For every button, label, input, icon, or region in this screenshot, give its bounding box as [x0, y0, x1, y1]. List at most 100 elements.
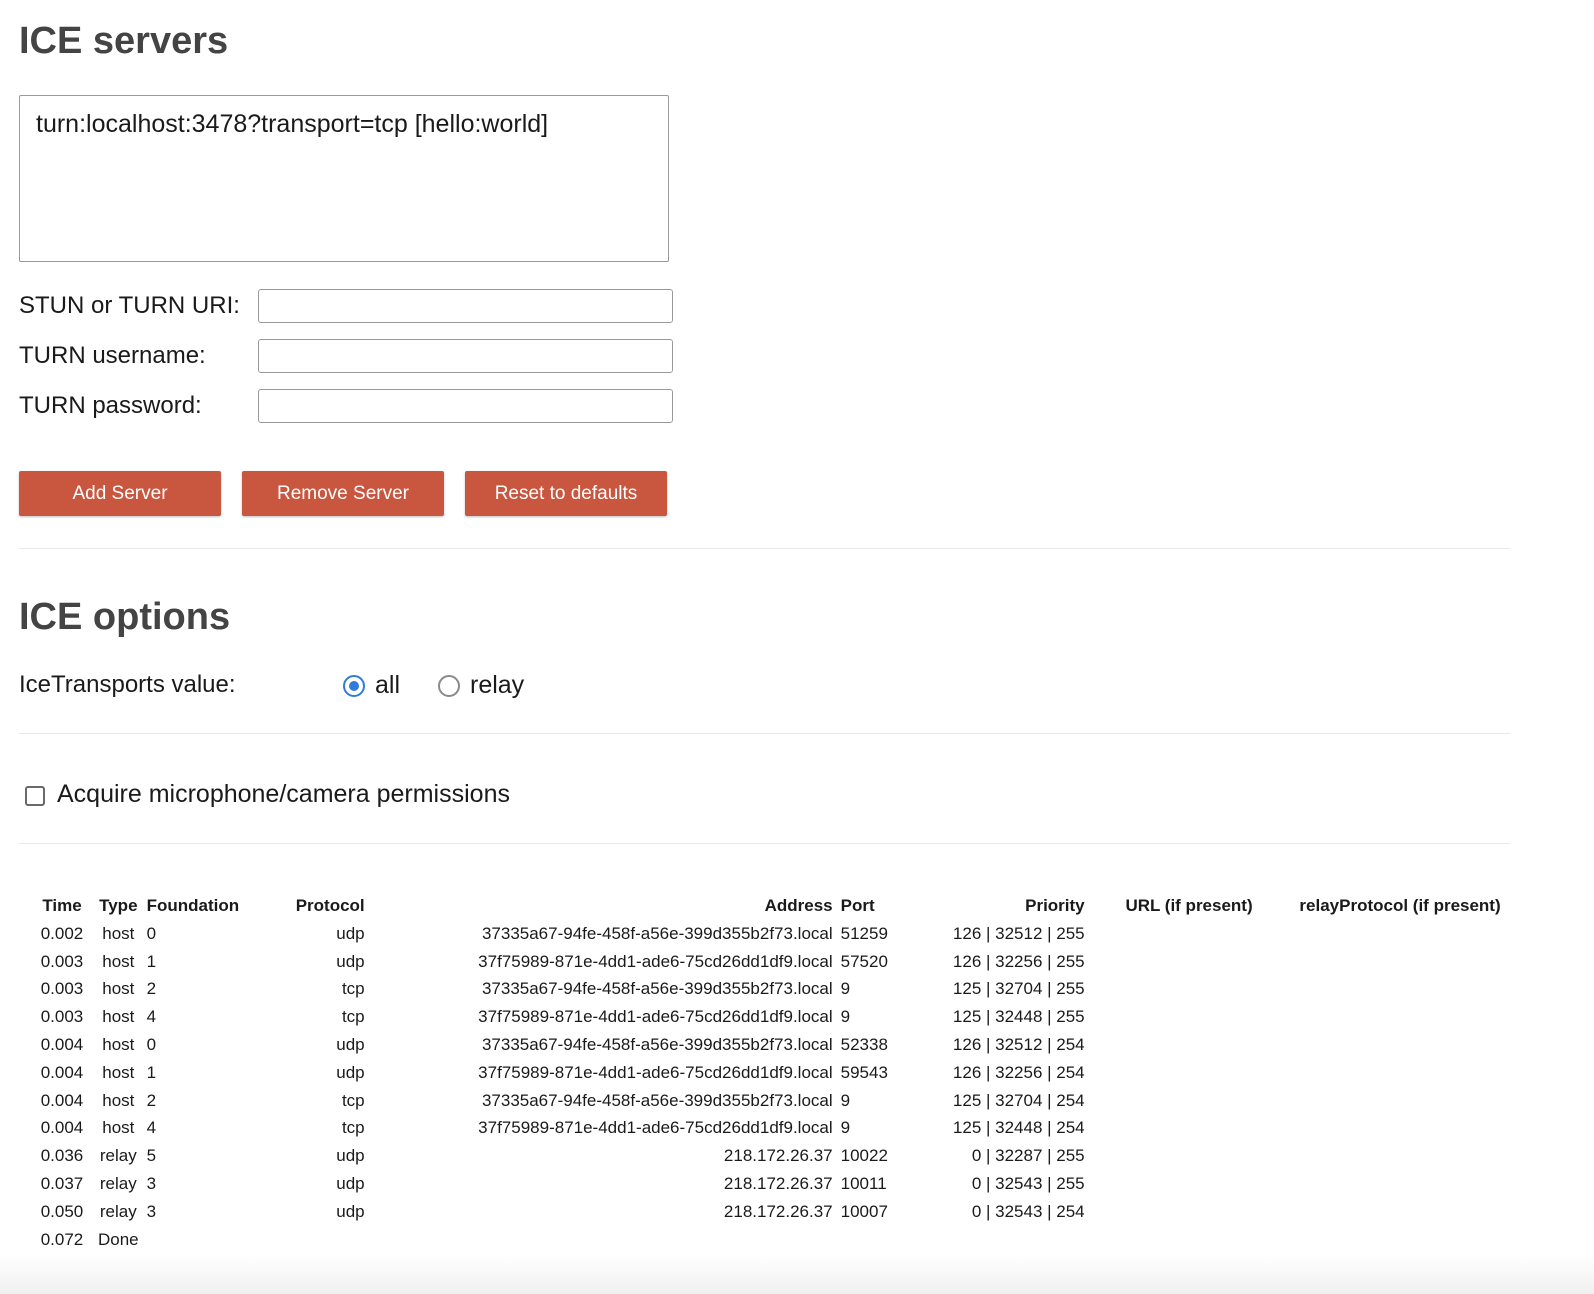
cell-time: 0.003 [40, 1007, 84, 1027]
cell-time: 0.037 [40, 1174, 84, 1194]
cell-protocol: udp [336, 923, 365, 943]
cell-address: 218.172.26.37 [723, 1174, 833, 1194]
cell-type: host [102, 1007, 135, 1027]
candidates-body: 0.002 host 0 udp 37335a67-94fe-458f-a56e-399… [30, 920, 1505, 1254]
cell-url [1089, 1003, 1257, 1031]
cell-priority: 0 | 32543 | 254 [971, 1201, 1085, 1221]
table-row: 0.037 relay 3 udp 218.172.26.37 10011 0 | 3254… [30, 1170, 1505, 1198]
cell-time: 0.002 [40, 923, 84, 943]
cell-relay-protocol [1257, 1170, 1505, 1198]
table-row: 0.004 host 2 tcp 37335a67-94fe-458f-a56e-399… [30, 1087, 1505, 1115]
cell-time: 0.003 [40, 979, 84, 999]
cell-protocol: udp [336, 1062, 365, 1082]
cell-time: 0.050 [40, 1201, 84, 1221]
cell-port: 51259 [840, 923, 888, 943]
cell-priority: 125 | 32704 | 255 [952, 979, 1085, 999]
cell-port: 57520 [840, 951, 888, 971]
cell-priority: 125 | 32704 | 254 [952, 1090, 1085, 1110]
header-relay-protocol: relayProtocol (if present) [1299, 896, 1501, 915]
cell-time: 0.004 [40, 1062, 84, 1082]
radio-all-label[interactable]: all [375, 671, 400, 700]
cell-foundation: 2 [146, 1090, 157, 1110]
header-address: Address [764, 896, 833, 915]
cell-type: host [102, 1035, 135, 1055]
stun-turn-uri-input[interactable] [258, 289, 673, 323]
cell-type: relay [99, 1201, 137, 1221]
cell-url [1089, 920, 1257, 948]
cell-foundation: 4 [146, 1118, 157, 1138]
cell-protocol: udp [336, 1174, 365, 1194]
cell-url [1089, 1115, 1257, 1143]
cell-protocol: tcp [341, 1118, 365, 1138]
cell-relay-protocol [1257, 1003, 1505, 1031]
radio-all[interactable] [343, 675, 365, 697]
section-divider [19, 843, 1510, 844]
cell-protocol: udp [336, 1035, 365, 1055]
cell-protocol: tcp [341, 979, 365, 999]
cell-type: relay [99, 1174, 137, 1194]
cell-foundation: 3 [146, 1174, 157, 1194]
cell-priority: 126 | 32256 | 254 [952, 1062, 1085, 1082]
cell-priority: 125 | 32448 | 254 [952, 1118, 1085, 1138]
ice-server-list[interactable]: turn:localhost:3478?transport=tcp [hello… [19, 95, 669, 262]
table-row: 0.050 relay 3 udp 218.172.26.37 10007 0 | 3254… [30, 1198, 1505, 1226]
cell-url [1089, 1087, 1257, 1115]
header-priority: Priority [1025, 896, 1085, 915]
cell-foundation: 3 [146, 1201, 157, 1221]
cell-type: host [102, 923, 135, 943]
cell-port: 10007 [840, 1201, 888, 1221]
table-row: 0.002 host 0 udp 37335a67-94fe-458f-a56e-399… [30, 920, 1505, 948]
add-server-button[interactable]: Add Server [19, 471, 221, 516]
ice-transports-label: IceTransports value: [19, 671, 236, 698]
table-header-row: Time Type Foundation Protocol Address Po… [30, 892, 1505, 920]
cell-address: 37f75989-871e-4dd1-ade6-75cd26dd1df9.loc… [478, 1007, 833, 1027]
cell-address: 37335a67-94fe-458f-a56e-399d355b2f73.loc… [481, 923, 833, 943]
cell-address: 218.172.26.37 [723, 1201, 833, 1221]
cell-priority: 126 | 32512 | 254 [952, 1035, 1085, 1055]
turn-password-input[interactable] [258, 389, 673, 423]
cell-protocol: udp [336, 1201, 365, 1221]
cell-port: 9 [840, 1090, 851, 1110]
ice-server-entry[interactable]: turn:localhost:3478?transport=tcp [hello… [36, 110, 548, 138]
cell-priority: 126 | 32512 | 255 [952, 923, 1085, 943]
header-url: URL (if present) [1125, 896, 1253, 915]
remove-server-button[interactable]: Remove Server [242, 471, 444, 516]
cell-address: 37335a67-94fe-458f-a56e-399d355b2f73.loc… [481, 1090, 833, 1110]
cell-relay-protocol [1257, 976, 1505, 1004]
turn-username-input[interactable] [258, 339, 673, 373]
ice-options-heading: ICE options [19, 596, 231, 638]
stun-turn-uri-label: STUN or TURN URI: [19, 292, 240, 319]
permissions-label[interactable]: Acquire microphone/camera permissions [57, 780, 510, 809]
cell-relay-protocol [1257, 920, 1505, 948]
header-port: Port [840, 896, 875, 915]
cell-relay-protocol [1257, 1142, 1505, 1170]
cell-relay-protocol [1257, 948, 1505, 976]
cell-port: 10011 [840, 1174, 887, 1194]
cell-priority: 0 | 32287 | 255 [971, 1146, 1085, 1166]
cell-type: host [102, 951, 135, 971]
bottom-fade [0, 1254, 1594, 1294]
cell-foundation: 0 [146, 1035, 157, 1055]
reset-defaults-button[interactable]: Reset to defaults [465, 471, 667, 516]
cell-url [1089, 1170, 1257, 1198]
cell-port: 9 [840, 979, 851, 999]
header-foundation: Foundation [146, 896, 240, 915]
cell-time: 0.004 [40, 1090, 84, 1110]
permissions-checkbox[interactable] [25, 786, 45, 806]
cell-foundation: 1 [146, 1062, 157, 1082]
cell-url [1089, 1198, 1257, 1226]
table-row: 0.036 relay 5 udp 218.172.26.37 10022 0 | 3228… [30, 1142, 1505, 1170]
cell-url [1089, 976, 1257, 1004]
cell-protocol: udp [336, 1146, 365, 1166]
cell-address: 37f75989-871e-4dd1-ade6-75cd26dd1df9.loc… [478, 951, 833, 971]
cell-time: 0.003 [40, 951, 84, 971]
cell-priority: 126 | 32256 | 255 [952, 951, 1085, 971]
radio-relay-label[interactable]: relay [470, 671, 524, 700]
radio-relay[interactable] [438, 675, 460, 697]
cell-type: host [102, 979, 135, 999]
cell-time: 0.004 [40, 1035, 84, 1055]
cell-relay-protocol [1257, 1059, 1505, 1087]
section-divider [19, 733, 1510, 734]
cell-address: 37335a67-94fe-458f-a56e-399d355b2f73.loc… [481, 979, 833, 999]
table-row: 0.003 host 4 tcp 37f75989-871e-4dd1-ade6-75c… [30, 1003, 1505, 1031]
